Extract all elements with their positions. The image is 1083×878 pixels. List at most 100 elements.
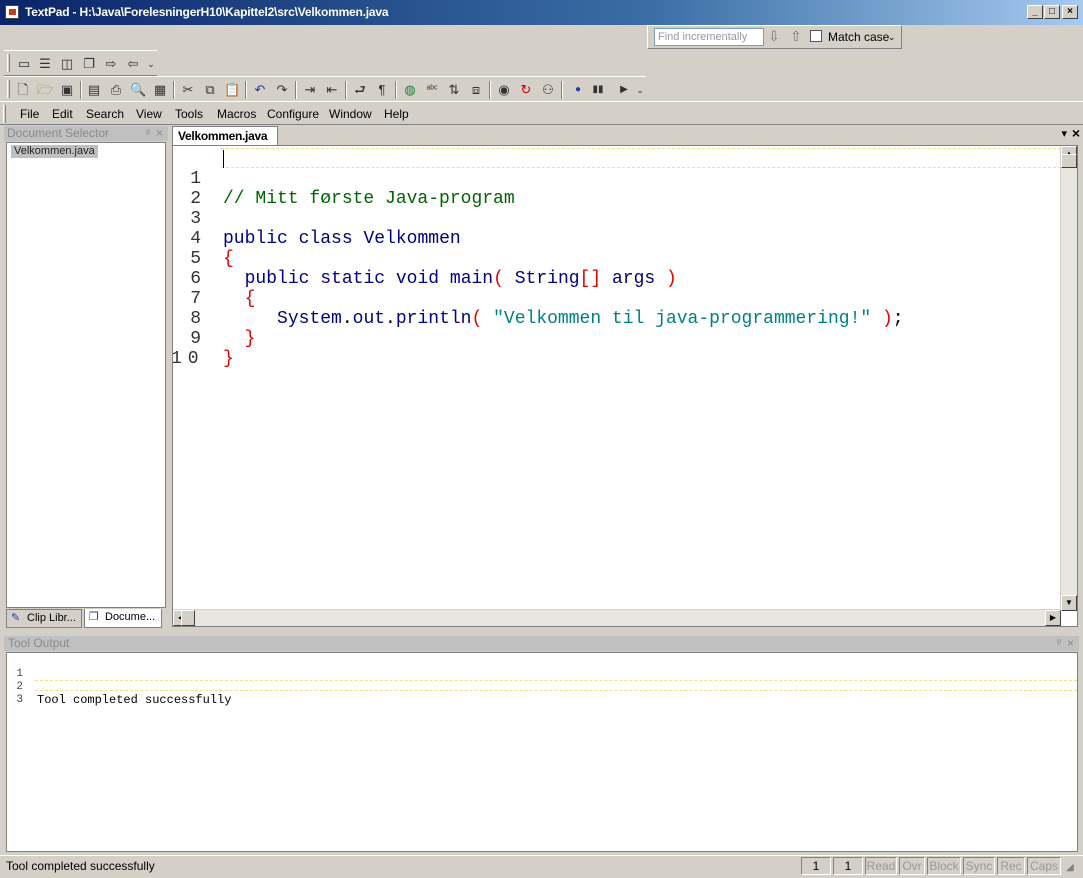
status-overwrite: Ovr [899, 857, 925, 875]
code-line: 9 } [190, 329, 234, 369]
redo-icon[interactable]: ↷ [274, 82, 290, 98]
tool-output-title: Tool Output [8, 636, 70, 650]
code-line: 3 public class Velkommen [190, 209, 461, 249]
close-document-icon[interactable]: × [1072, 125, 1080, 141]
unindent-icon[interactable]: ⇤ [324, 82, 340, 98]
find-binoculars-icon[interactable]: ⚇ [540, 82, 556, 98]
tab-document-selector-label: Docume... [105, 611, 156, 623]
save-all-icon[interactable]: ▤ [86, 82, 102, 98]
menu-macros[interactable]: Macros [217, 107, 256, 121]
code-line: 6 { [190, 269, 256, 309]
open-file-icon[interactable]: 🗁 [37, 82, 53, 98]
next-window-icon[interactable]: ⇨ [103, 56, 119, 72]
code-editor[interactable]: 1 // Mitt første Java-program 2 3 public… [172, 145, 1078, 627]
pause-macro-icon[interactable]: ▮▮ [590, 82, 606, 98]
cut-icon[interactable]: ✂ [180, 82, 196, 98]
clip-library-icon: ✎ [11, 612, 21, 624]
findbar-options-dropdown-icon[interactable]: ⌄ [888, 32, 896, 43]
menu-help[interactable]: Help [384, 107, 409, 121]
undo-icon[interactable]: ↶ [252, 82, 268, 98]
menu-file[interactable]: File [20, 107, 39, 121]
maximize-button[interactable]: □ [1044, 5, 1060, 19]
menu-view[interactable]: View [136, 107, 162, 121]
vertical-scrollbar[interactable]: ▲ ▼ [1060, 146, 1077, 611]
play-macro-icon[interactable]: ▶ [616, 82, 632, 98]
menubar-grip[interactable] [3, 105, 6, 123]
status-block: Block [927, 857, 961, 875]
tile-horizontal-icon[interactable]: ☰ [37, 56, 53, 72]
window-title: TextPad - H:\Java\ForelesningerH10\Kapit… [25, 5, 389, 19]
tab-clip-library[interactable]: ✎ Clip Libr... [6, 609, 82, 628]
tab-document-selector[interactable]: ❐ Docume... [84, 609, 162, 628]
window-toolbar: ▭ ☰ ◫ ❐ ⇨ ⇦ ⌄ [4, 50, 157, 76]
menu-configure[interactable]: Configure [267, 107, 319, 121]
code-line: 2 [190, 189, 203, 209]
copy-icon[interactable]: ⧉ [202, 82, 218, 98]
tile-vertical-icon[interactable]: ◫ [59, 56, 75, 72]
compare-files-icon[interactable]: ⧈ [468, 82, 484, 98]
text-cursor [223, 150, 224, 168]
tile-window-icon[interactable]: ▭ [16, 56, 32, 72]
pin-icon[interactable]: ᵖ [146, 126, 150, 141]
minimize-button[interactable]: _ [1027, 5, 1043, 19]
find-next-arrow-icon[interactable]: ⇩ [768, 28, 780, 45]
scroll-down-button[interactable]: ▼ [1061, 595, 1077, 611]
tab-list-dropdown-icon[interactable]: ▾ [1061, 127, 1067, 140]
horizontal-scroll-thumb[interactable] [181, 610, 195, 626]
document-selector-list: Velkommen.java [6, 142, 166, 608]
cascade-windows-icon[interactable]: ❐ [81, 56, 97, 72]
find-previous-arrow-icon[interactable]: ⇧ [790, 28, 802, 45]
spelling-check-icon[interactable]: ᵃᵇᶜ [424, 82, 440, 98]
code-line: 7 System.out.println( "Velkommen til jav… [190, 289, 904, 329]
pin-icon[interactable]: ᵖ [1057, 636, 1061, 651]
toolbar-overflow-icon[interactable]: ⌄ [143, 56, 159, 72]
record-macro-icon[interactable]: ● [570, 82, 586, 98]
document-selector-header: Document Selector ᵖ × [4, 126, 168, 141]
menu-search[interactable]: Search [86, 107, 124, 121]
menu-window[interactable]: Window [329, 107, 372, 121]
web-browser-globe-icon[interactable]: ◍ [402, 82, 418, 98]
toolbar-grip[interactable] [7, 80, 10, 98]
panel-close-icon[interactable]: × [1067, 636, 1074, 651]
document-properties-icon[interactable]: ▦ [152, 82, 168, 98]
menu-bar: File Edit Search View Tools Macros Confi… [0, 101, 1083, 125]
match-case-checkbox[interactable] [810, 30, 822, 42]
status-record: Rec [997, 857, 1025, 875]
horizontal-scrollbar[interactable]: ◀ ▶ [173, 609, 1061, 626]
find-incrementally-input[interactable] [654, 28, 764, 46]
indent-icon[interactable]: ⇥ [302, 82, 318, 98]
tool-output-header: Tool Output ᵖ × [4, 636, 1079, 651]
sort-icon[interactable]: ⇅ [446, 82, 462, 98]
scroll-right-button[interactable]: ▶ [1045, 610, 1061, 626]
previous-window-icon[interactable]: ⇦ [125, 56, 141, 72]
document-list-item[interactable]: Velkommen.java [11, 145, 98, 158]
find-in-files-icon[interactable]: ◉ [496, 82, 512, 98]
scroll-thumb[interactable] [1061, 154, 1077, 168]
visible-spaces-pilcrow-icon[interactable]: ¶ [374, 82, 390, 98]
textpad-app-icon[interactable] [5, 5, 19, 19]
word-wrap-icon[interactable]: ⮐ [352, 82, 368, 98]
menu-edit[interactable]: Edit [52, 107, 73, 121]
replace-icon[interactable]: ↻ [518, 82, 534, 98]
standard-toolbar: 🗋 🗁 ▣ ▤ ⎙ 🔍 ▦ ✂ ⧉ 📋 ↶ ↷ ⇥ ⇤ ⮐ ¶ ◍ ᵃᵇᶜ ⇅ … [4, 76, 646, 102]
paste-icon[interactable]: 📋 [224, 82, 240, 98]
save-icon[interactable]: ▣ [59, 82, 75, 98]
status-read: Read [865, 857, 897, 875]
new-file-icon[interactable]: 🗋 [15, 82, 31, 98]
print-preview-icon[interactable]: 🔍 [130, 82, 146, 98]
print-icon[interactable]: ⎙ [108, 82, 124, 98]
tab-clip-library-label: Clip Libr... [27, 612, 76, 624]
tool-output-pane[interactable]: 1 2 Tool completed successfully 3 [6, 652, 1078, 852]
output-line: 3 [16, 694, 23, 706]
toolbar-overflow-icon[interactable]: ⌄ [632, 82, 648, 98]
panel-close-icon[interactable]: × [156, 126, 163, 141]
resize-grip-icon[interactable]: ◢ [1066, 862, 1074, 873]
editor-tab-strip: Velkommen.java ▾ × [172, 125, 1083, 145]
status-caps: Caps [1027, 857, 1061, 875]
code-line: 1 // Mitt første Java-program [190, 169, 515, 209]
menu-tools[interactable]: Tools [175, 107, 203, 121]
close-button[interactable]: × [1062, 5, 1078, 19]
tab-velkommen-java[interactable]: Velkommen.java [172, 126, 278, 145]
status-sync: Sync [963, 857, 995, 875]
toolbar-grip[interactable] [7, 54, 10, 72]
